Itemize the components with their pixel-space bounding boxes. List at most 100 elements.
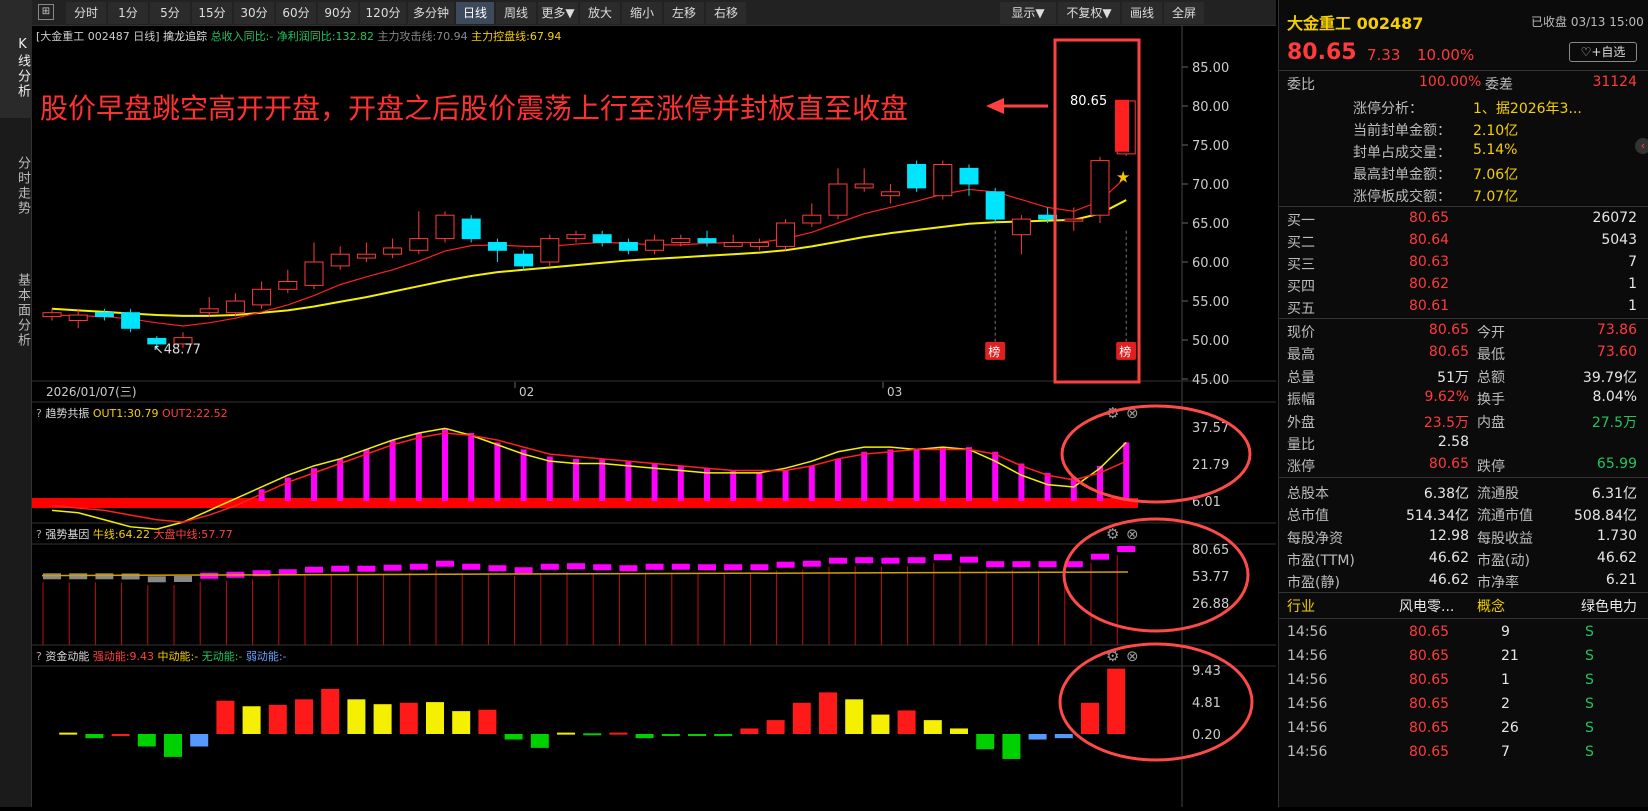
- candle-body[interactable]: [278, 281, 298, 290]
- panel2-axis-label: 53.77: [1192, 570, 1229, 585]
- candle-body[interactable]: [933, 164, 953, 197]
- candle-body[interactable]: [1090, 160, 1110, 216]
- toolbar-btn-12[interactable]: 放大: [580, 2, 620, 24]
- toolbar-right-btn-3[interactable]: 全屏: [1164, 2, 1204, 24]
- toolbar-btn-11[interactable]: 更多▼: [538, 2, 578, 24]
- add-watchlist-button[interactable]: ♡+自选: [1569, 42, 1637, 62]
- industry-label: 行业: [1287, 599, 1315, 615]
- left-tab-0[interactable]: K线分析: [0, 0, 32, 118]
- panel2-box: [645, 563, 664, 570]
- price-label: 55.00: [1192, 295, 1229, 310]
- candle-body[interactable]: [854, 183, 874, 189]
- toolbar-btn-0[interactable]: 分时: [66, 2, 106, 24]
- candle-body[interactable]: [304, 261, 324, 286]
- panel3-bar: [321, 688, 340, 734]
- separator: [1279, 206, 1648, 207]
- trade-side: S: [1585, 648, 1594, 664]
- candle-body[interactable]: [540, 238, 560, 263]
- panel2-box: [855, 557, 874, 564]
- candle-body[interactable]: [225, 300, 245, 314]
- toolbar-right-btn-2[interactable]: 画线: [1122, 2, 1162, 24]
- panel3-axis-label: 4.81: [1192, 696, 1221, 711]
- quote-key: 每股净资: [1287, 530, 1343, 547]
- concept-value[interactable]: 绿色电力: [1581, 596, 1637, 616]
- toolbar-btn-9[interactable]: 日线: [456, 2, 494, 24]
- toolbar-btn-14[interactable]: 左移: [664, 2, 704, 24]
- kline-chart-svg[interactable]: [大金重工 002487 日线] 擒龙追踪 总收入同比:- 净利润同比:132.…: [32, 26, 1276, 807]
- grid-menu-icon[interactable]: ⊞: [38, 4, 54, 20]
- quote-row: 外盘 23.5万 内盘 27.5万: [1279, 410, 1648, 434]
- candle-body[interactable]: [959, 167, 979, 185]
- trade-volume: 1: [1501, 672, 1510, 688]
- toolbar-btn-13[interactable]: 缩小: [622, 2, 662, 24]
- toolbar-btn-2[interactable]: 5分: [150, 2, 190, 24]
- panel3-bar: [583, 733, 602, 736]
- quote-value: 6.21: [1605, 572, 1637, 589]
- candle-body[interactable]: [697, 238, 717, 244]
- candle-body[interactable]: [409, 238, 429, 251]
- candle-body[interactable]: [514, 253, 534, 267]
- candle-body[interactable]: [907, 164, 927, 189]
- candle-body[interactable]: [461, 218, 481, 240]
- toolbar-btn-7[interactable]: 120分: [360, 2, 406, 24]
- toolbar-btn-1[interactable]: 1分: [108, 2, 148, 24]
- collapse-arrow-icon[interactable]: ‹: [1635, 138, 1648, 154]
- buy-volume: 1: [1628, 298, 1637, 314]
- panel2-box: [724, 564, 743, 571]
- candle-body[interactable]: [1011, 218, 1031, 236]
- kline-chart-area[interactable]: [大金重工 002487 日线] 擒龙追踪 总收入同比:- 净利润同比:132.…: [32, 26, 1276, 807]
- candle-body[interactable]: [723, 242, 743, 247]
- candle-body[interactable]: [618, 242, 638, 251]
- candle-body[interactable]: [828, 183, 848, 216]
- candle-body[interactable]: [566, 234, 586, 240]
- quote-key: 市盈(TTM): [1287, 553, 1355, 569]
- candle-body[interactable]: [330, 253, 350, 267]
- candle-body[interactable]: [880, 191, 900, 197]
- left-tab-1[interactable]: 分时走势: [0, 118, 32, 236]
- candle-body[interactable]: [592, 234, 612, 243]
- candle-body[interactable]: [383, 247, 403, 255]
- candle-body[interactable]: [985, 191, 1005, 220]
- panel1-bar: [625, 461, 632, 501]
- weibi-value: 100.00%: [1419, 74, 1482, 90]
- candle-body[interactable]: [42, 312, 62, 318]
- industry-value[interactable]: 风电零...: [1399, 596, 1454, 616]
- panel3-bar: [1054, 734, 1073, 739]
- candle-body[interactable]: [776, 222, 796, 247]
- panel3-bar: [137, 734, 156, 747]
- trade-time: 14:56: [1287, 744, 1328, 760]
- toolbar-btn-10[interactable]: 周线: [496, 2, 536, 24]
- toolbar-right-btn-0[interactable]: 显示▼: [1000, 2, 1056, 24]
- candle-body[interactable]: [68, 314, 88, 322]
- left-tab-2[interactable]: 基本面分析: [0, 236, 32, 366]
- trade-volume: 7: [1501, 744, 1510, 760]
- buy-label: 买二: [1287, 235, 1315, 251]
- candle-body[interactable]: [645, 239, 665, 251]
- quote-value: 12.98: [1428, 527, 1469, 544]
- candle-body[interactable]: [356, 253, 376, 259]
- candle-body[interactable]: [749, 242, 769, 247]
- bang-label: 榜: [988, 344, 1000, 359]
- candle-body[interactable]: [121, 312, 141, 329]
- close-icon[interactable]: ⊗: [1126, 525, 1139, 543]
- toolbar-btn-3[interactable]: 15分: [192, 2, 232, 24]
- close-icon[interactable]: ⊗: [1126, 647, 1139, 665]
- candle-body[interactable]: [487, 242, 507, 251]
- toolbar-btn-4[interactable]: 30分: [234, 2, 274, 24]
- candle-body[interactable]: [1064, 218, 1084, 222]
- candle-body[interactable]: [435, 214, 455, 240]
- panel1-bar: [546, 456, 553, 501]
- toolbar-btn-15[interactable]: 右移: [706, 2, 746, 24]
- quote-panel: 大金重工 002487 已收盘 03/13 15:00 80.65 7.33 10.00…: [1278, 0, 1648, 807]
- toolbar-btn-6[interactable]: 90分: [318, 2, 358, 24]
- quote-row: 市盈(TTM) 46.62 市盈(动) 46.62: [1279, 548, 1648, 572]
- candle-body[interactable]: [252, 288, 272, 306]
- toolbar-btn-5[interactable]: 60分: [276, 2, 316, 24]
- toolbar-right-btn-1[interactable]: 不复权▼: [1058, 2, 1120, 24]
- toolbar-btn-8[interactable]: 多分钟: [408, 2, 454, 24]
- panel3-bar: [871, 714, 890, 734]
- candle-body[interactable]: [94, 312, 114, 318]
- candle-body[interactable]: [199, 308, 219, 314]
- candle-body[interactable]: [671, 238, 691, 244]
- candle-body[interactable]: [802, 214, 822, 224]
